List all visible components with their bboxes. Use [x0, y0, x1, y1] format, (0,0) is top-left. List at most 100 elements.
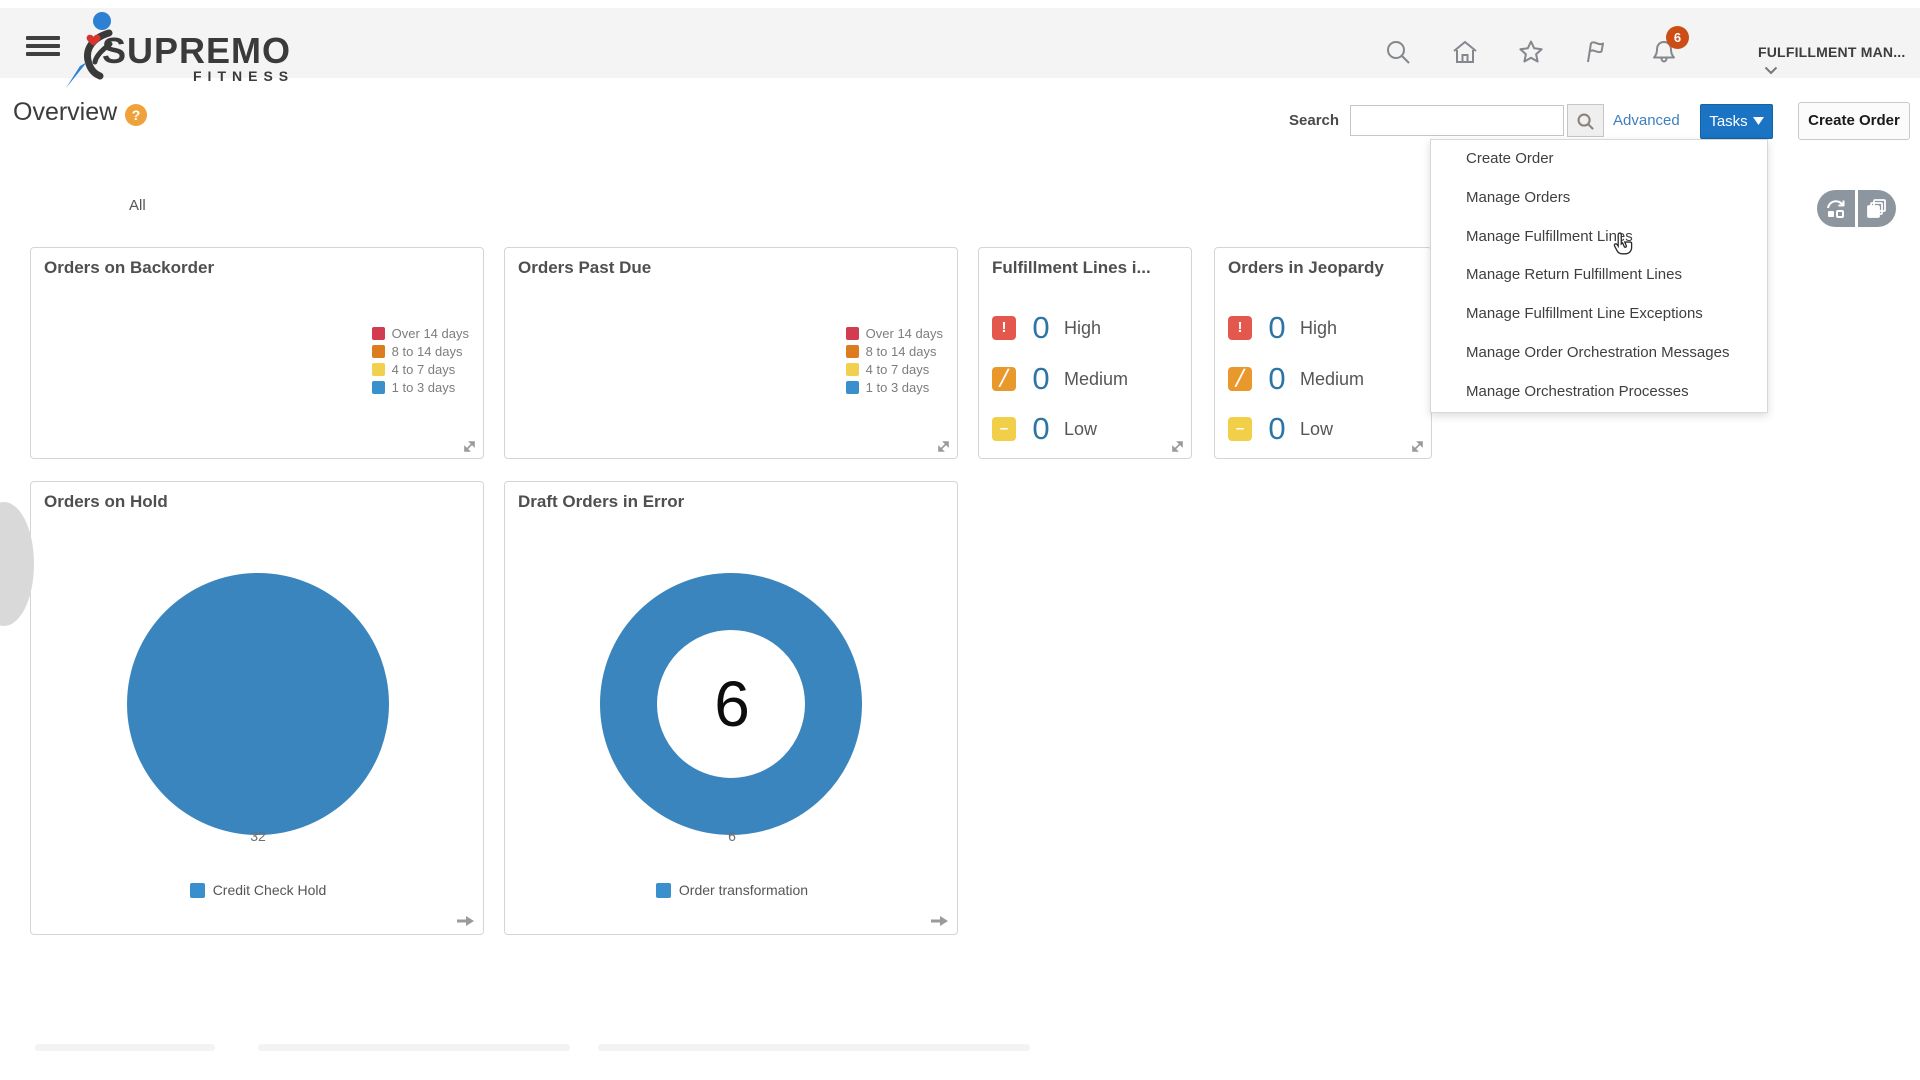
stacked-pages-icon: [1866, 198, 1888, 220]
move-next-arrow-icon[interactable]: [930, 914, 949, 928]
status-row-high: ! 0 High: [992, 315, 1101, 341]
legend-swatch: [656, 883, 671, 898]
brand-title: SUPREMO: [102, 30, 291, 72]
user-menu[interactable]: FULFILLMENT MAN...: [1758, 44, 1920, 76]
medium-severity-icon: ╱: [1228, 367, 1252, 391]
legend-label: 8 to 14 days: [866, 344, 937, 359]
medium-severity-icon: ╱: [992, 367, 1016, 391]
menu-item-manage-fulfillment-line-exceptions[interactable]: Manage Fulfillment Line Exceptions: [1431, 295, 1767, 334]
hamburger-menu-icon[interactable]: [26, 32, 60, 56]
card-title: Orders on Backorder: [44, 258, 214, 278]
card-title: Fulfillment Lines i...: [992, 258, 1151, 278]
status-row-medium: ╱ 0 Medium: [1228, 366, 1364, 392]
card-orders-on-hold: Orders on Hold 32 Credit Check Hold: [30, 481, 484, 935]
help-icon[interactable]: ?: [125, 104, 147, 126]
bottom-faded-bar: [258, 1044, 570, 1051]
notification-badge: 6: [1666, 26, 1689, 49]
legend-label: 8 to 14 days: [392, 344, 463, 359]
status-row-high: ! 0 High: [1228, 315, 1337, 341]
menu-item-create-order[interactable]: Create Order: [1431, 140, 1767, 179]
pie-chart[interactable]: [127, 573, 389, 835]
status-count: 0: [1264, 411, 1290, 447]
expand-icon[interactable]: [462, 439, 477, 454]
global-header: SUPREMO FITNESS 6 FULFILLMENT MAN...: [0, 8, 1920, 78]
stacked-pages-button[interactable]: [1858, 190, 1896, 227]
age-legend: Over 14 days 8 to 14 days 4 to 7 days 1 …: [846, 324, 943, 396]
legend-swatch: [846, 363, 859, 376]
legend-label: Over 14 days: [392, 326, 469, 341]
status-count: 0: [1264, 361, 1290, 397]
search-icon[interactable]: [1384, 38, 1412, 66]
menu-item-manage-fulfillment-lines[interactable]: Manage Fulfillment Lines: [1431, 218, 1767, 257]
legend-swatch: [846, 327, 859, 340]
chevron-down-icon: [1764, 66, 1778, 75]
status-label: Low: [1064, 419, 1097, 440]
age-legend: Over 14 days 8 to 14 days 4 to 7 days 1 …: [372, 324, 469, 396]
donut-legend: Order transformation: [505, 882, 959, 898]
tasks-button-label: Tasks: [1709, 113, 1747, 130]
card-title: Orders in Jeopardy: [1228, 258, 1384, 278]
search-go-button[interactable]: [1567, 104, 1604, 137]
brand-subtitle: FITNESS: [193, 68, 294, 84]
card-orders-in-jeopardy: Orders in Jeopardy ! 0 High ╱ 0 Medium –…: [1214, 247, 1432, 459]
card-fulfillment-lines-in-jeopardy: Fulfillment Lines i... ! 0 High ╱ 0 Medi…: [978, 247, 1192, 459]
caret-down-icon: [1753, 117, 1764, 125]
expand-icon[interactable]: [936, 439, 951, 454]
legend-label: 1 to 3 days: [392, 380, 456, 395]
status-label: Medium: [1064, 369, 1128, 390]
bottom-faded-bar: [598, 1044, 1030, 1051]
card-title: Draft Orders in Error: [518, 492, 684, 512]
legend-swatch: [846, 381, 859, 394]
menu-item-manage-orchestration-processes[interactable]: Manage Orchestration Processes: [1431, 373, 1767, 412]
page-edge-handle[interactable]: [0, 502, 34, 626]
rotate-infolets-button[interactable]: [1817, 190, 1855, 227]
card-orders-past-due: Orders Past Due Over 14 days 8 to 14 day…: [504, 247, 958, 459]
card-draft-orders-in-error: Draft Orders in Error 6 6 Order transfor…: [504, 481, 958, 935]
status-count: 0: [1028, 361, 1054, 397]
create-order-button[interactable]: Create Order: [1798, 102, 1910, 140]
legend-swatch: [372, 327, 385, 340]
favorites-star-icon[interactable]: [1517, 38, 1545, 66]
menu-item-manage-return-fulfillment-lines[interactable]: Manage Return Fulfillment Lines: [1431, 256, 1767, 295]
menu-item-manage-order-orchestration-messages[interactable]: Manage Order Orchestration Messages: [1431, 334, 1767, 373]
expand-icon[interactable]: [1410, 439, 1425, 454]
status-count: 0: [1028, 310, 1054, 346]
page-title: Overview: [13, 98, 117, 127]
legend-label: 4 to 7 days: [866, 362, 930, 377]
low-severity-icon: –: [1228, 417, 1252, 441]
legend-swatch: [846, 345, 859, 358]
donut-total-label: 6: [505, 828, 959, 844]
status-label: High: [1300, 318, 1337, 339]
pie-total-label: 32: [31, 828, 485, 844]
status-label: Medium: [1300, 369, 1364, 390]
status-row-low: – 0 Low: [992, 416, 1097, 442]
tasks-dropdown-menu: Create Order Manage Orders Manage Fulfil…: [1430, 139, 1768, 413]
move-next-arrow-icon[interactable]: [456, 914, 475, 928]
rotate-pages-icon: [1824, 198, 1848, 220]
card-orders-on-backorder: Orders on Backorder Over 14 days 8 to 14…: [30, 247, 484, 459]
pie-legend: Credit Check Hold: [31, 882, 485, 898]
legend-swatch: [190, 883, 205, 898]
card-title: Orders Past Due: [518, 258, 651, 278]
bottom-faded-bar: [35, 1044, 215, 1051]
search-input[interactable]: [1350, 105, 1564, 136]
infolet-view-controls: [1817, 190, 1896, 227]
donut-center-value: 6: [505, 573, 959, 835]
app-screen: SUPREMO FITNESS 6 FULFILLMENT MAN... Ove…: [0, 0, 1920, 1080]
status-count: 0: [1264, 310, 1290, 346]
advanced-search-link[interactable]: Advanced: [1613, 112, 1680, 129]
flag-icon[interactable]: [1583, 38, 1611, 66]
search-label: Search: [1289, 112, 1339, 129]
user-menu-label: FULFILLMENT MAN...: [1758, 44, 1905, 60]
status-label: Low: [1300, 419, 1333, 440]
legend-label: Over 14 days: [866, 326, 943, 341]
expand-icon[interactable]: [1170, 439, 1185, 454]
status-count: 0: [1028, 411, 1054, 447]
legend-label: 1 to 3 days: [866, 380, 930, 395]
home-icon[interactable]: [1451, 38, 1479, 66]
status-label: High: [1064, 318, 1101, 339]
menu-item-manage-orders[interactable]: Manage Orders: [1431, 179, 1767, 218]
legend-swatch: [372, 363, 385, 376]
tasks-button[interactable]: Tasks: [1700, 104, 1773, 139]
filter-tab-all[interactable]: All: [129, 197, 146, 214]
